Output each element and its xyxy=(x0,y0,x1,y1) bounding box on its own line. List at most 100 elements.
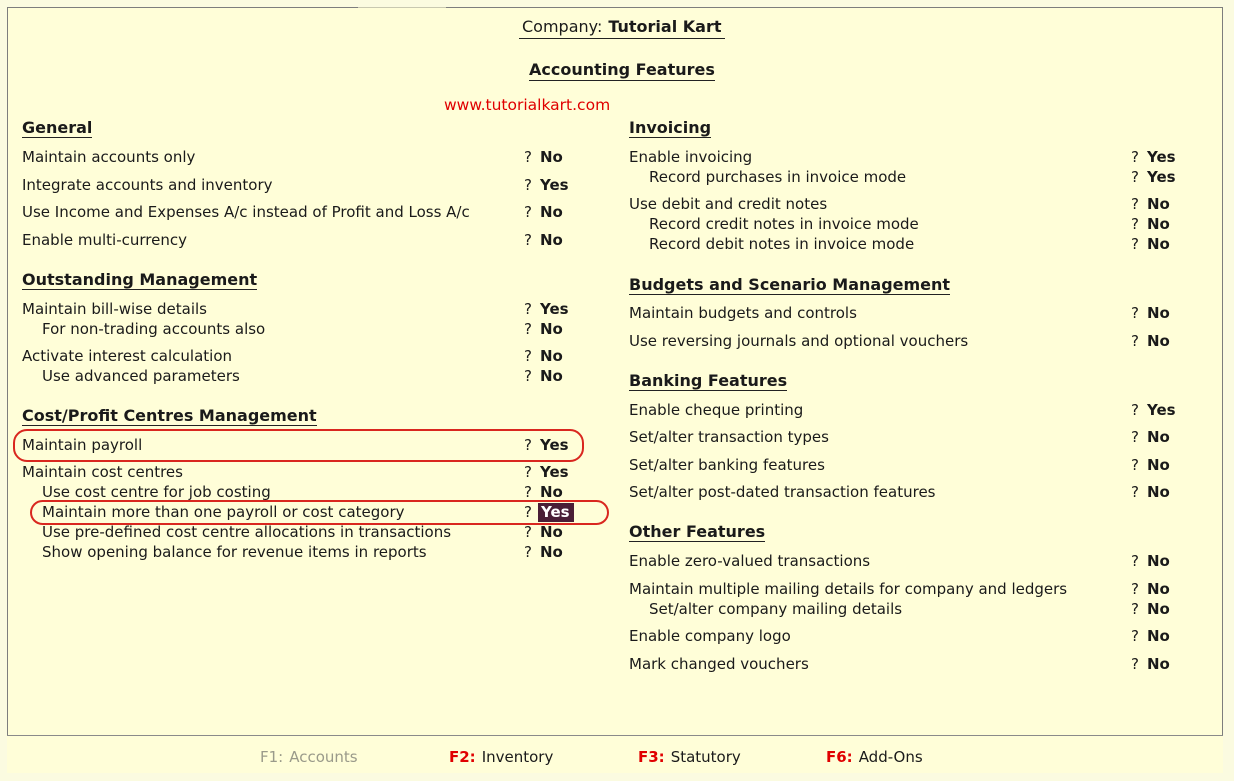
feature-value[interactable]: No xyxy=(1147,215,1170,233)
section-cost-title: Cost/Profit Centres Management xyxy=(22,406,317,426)
feature-label: Maintain accounts only xyxy=(22,148,196,166)
features-window xyxy=(7,7,1223,773)
f3-statutory-button[interactable]: F3: Statutory xyxy=(638,748,741,766)
feature-label: Record purchases in invoice mode xyxy=(649,168,907,186)
feature-value[interactable]: No xyxy=(1147,655,1170,673)
feature-label: Enable multi-currency xyxy=(22,231,187,249)
feature-value[interactable]: No xyxy=(540,483,563,501)
section-banking-title: Banking Features xyxy=(629,371,788,391)
feature-label: Set/alter transaction types xyxy=(629,428,829,446)
feature-value[interactable]: Yes xyxy=(540,436,569,454)
f1-accounts-button[interactable]: F1: Accounts xyxy=(260,748,358,766)
question-mark: ? xyxy=(1131,655,1139,673)
question-mark: ? xyxy=(524,176,532,194)
feature-value[interactable]: Yes xyxy=(540,300,569,318)
question-mark: ? xyxy=(524,300,532,318)
question-mark: ? xyxy=(524,367,532,385)
feature-value[interactable]: Yes xyxy=(1147,401,1176,419)
feature-label: Use debit and credit notes xyxy=(629,195,828,213)
feature-value[interactable]: No xyxy=(540,367,563,385)
feature-label: Maintain multiple mailing details for co… xyxy=(629,580,1068,598)
page-title: Accounting Features xyxy=(529,60,715,81)
feature-label: Mark changed vouchers xyxy=(629,655,809,673)
button-label: Add-Ons xyxy=(858,748,923,766)
feature-label: Use pre-defined cost centre allocations … xyxy=(42,523,452,541)
feature-value[interactable]: Yes xyxy=(540,176,569,194)
question-mark: ? xyxy=(1131,215,1139,233)
section-budgets-title: Budgets and Scenario Management xyxy=(629,275,951,295)
feature-value[interactable]: No xyxy=(1147,600,1170,618)
feature-value[interactable]: No xyxy=(540,523,563,541)
feature-value[interactable]: No xyxy=(1147,483,1170,501)
question-mark: ? xyxy=(524,543,532,561)
question-mark: ? xyxy=(1131,600,1139,618)
feature-value[interactable]: No xyxy=(1147,456,1170,474)
feature-value[interactable]: No xyxy=(1147,428,1170,446)
feature-label: Record credit notes in invoice mode xyxy=(649,215,919,233)
feature-value[interactable]: Yes xyxy=(1147,168,1176,186)
question-mark: ? xyxy=(1131,332,1139,350)
feature-value[interactable]: Yes xyxy=(1147,148,1176,166)
feature-label: Set/alter post-dated transaction feature… xyxy=(629,483,936,501)
feature-value[interactable]: No xyxy=(1147,304,1170,322)
f6-addons-button[interactable]: F6: Add-Ons xyxy=(826,748,923,766)
question-mark: ? xyxy=(524,503,532,521)
feature-label: Maintain bill-wise details xyxy=(22,300,207,318)
window-grip xyxy=(358,2,446,8)
feature-value[interactable]: No xyxy=(1147,552,1170,570)
question-mark: ? xyxy=(524,347,532,365)
feature-value[interactable]: No xyxy=(540,543,563,561)
feature-value[interactable]: Yes xyxy=(540,463,569,481)
feature-value[interactable]: No xyxy=(1147,332,1170,350)
feature-label: Maintain budgets and controls xyxy=(629,304,857,322)
feature-value[interactable]: No xyxy=(540,231,563,249)
question-mark: ? xyxy=(1131,148,1139,166)
feature-label: Maintain payroll xyxy=(22,436,143,454)
question-mark: ? xyxy=(1131,580,1139,598)
question-mark: ? xyxy=(524,436,532,454)
feature-value[interactable]: No xyxy=(1147,195,1170,213)
question-mark: ? xyxy=(524,320,532,338)
feature-label: Use reversing journals and optional vouc… xyxy=(629,332,969,350)
section-invoicing-title: Invoicing xyxy=(629,118,712,138)
button-label: Accounts xyxy=(289,748,358,766)
feature-value[interactable]: No xyxy=(1147,235,1170,253)
feature-label: Set/alter company mailing details xyxy=(649,600,903,618)
feature-value[interactable]: No xyxy=(540,347,563,365)
button-label: Inventory xyxy=(481,748,554,766)
watermark-text: www.tutorialkart.com xyxy=(444,96,611,114)
company-name: Tutorial Kart xyxy=(608,17,722,36)
feature-label: For non-trading accounts also xyxy=(42,320,266,338)
feature-label: Record debit notes in invoice mode xyxy=(649,235,915,253)
feature-label: Use advanced parameters xyxy=(42,367,240,385)
question-mark: ? xyxy=(1131,483,1139,501)
feature-value[interactable]: No xyxy=(540,320,563,338)
question-mark: ? xyxy=(1131,552,1139,570)
feature-label: Activate interest calculation xyxy=(22,347,233,365)
company-label: Company: xyxy=(522,17,603,36)
hotkey-label: F2: xyxy=(449,748,476,766)
question-mark: ? xyxy=(1131,235,1139,253)
question-mark: ? xyxy=(1131,195,1139,213)
question-mark: ? xyxy=(1131,627,1139,645)
section-outstanding-title: Outstanding Management xyxy=(22,270,258,290)
question-mark: ? xyxy=(524,523,532,541)
feature-label: Maintain more than one payroll or cost c… xyxy=(42,503,405,521)
company-header: Company: Tutorial Kart xyxy=(519,17,725,39)
feature-label: Maintain cost centres xyxy=(22,463,183,481)
feature-label: Enable zero-valued transactions xyxy=(629,552,871,570)
f2-inventory-button[interactable]: F2: Inventory xyxy=(449,748,553,766)
feature-value[interactable]: No xyxy=(1147,580,1170,598)
feature-value[interactable]: No xyxy=(540,203,563,221)
section-other-title: Other Features xyxy=(629,522,766,542)
section-general-title: General xyxy=(22,118,93,138)
feature-label: Use Income and Expenses A/c instead of P… xyxy=(22,203,470,221)
feature-value[interactable]: No xyxy=(540,148,563,166)
feature-value[interactable]: No xyxy=(1147,627,1170,645)
feature-label: Integrate accounts and inventory xyxy=(22,176,273,194)
feature-value-selected[interactable]: Yes xyxy=(538,503,574,522)
hotkey-label: F1: xyxy=(260,748,284,766)
hotkey-label: F3: xyxy=(638,748,665,766)
question-mark: ? xyxy=(524,231,532,249)
question-mark: ? xyxy=(524,148,532,166)
